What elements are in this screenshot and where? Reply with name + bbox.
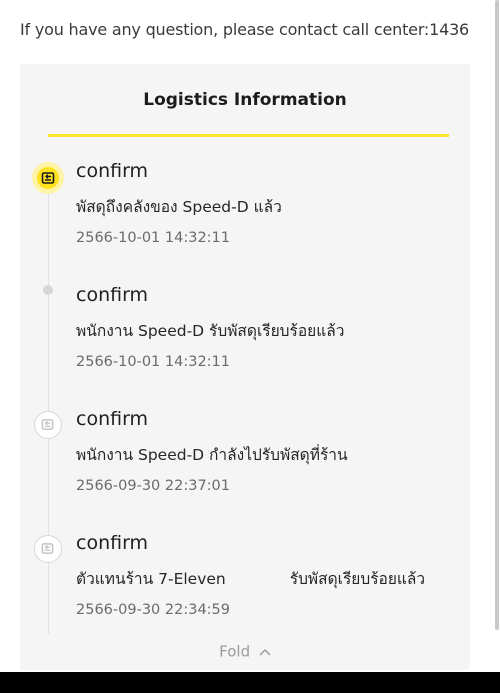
event-description-part: รับพัสดุเรียบร้อยแล้ว: [289, 570, 426, 588]
event-description-part: ตัวแทนร้าน 7-Eleven: [76, 570, 226, 588]
call-center-notice: If you have any question, please contact…: [20, 20, 470, 39]
event-status: confirm: [76, 532, 149, 554]
active-status-marker: [32, 162, 64, 194]
timeline-dot: [43, 285, 53, 295]
scrollbar[interactable]: [495, 0, 499, 630]
bottom-bar: [0, 672, 500, 693]
event-status: confirm: [76, 160, 149, 182]
package-return-icon: [41, 543, 54, 554]
event-description: ตัวแทนร้าน 7-Eleven รับพัสดุเรียบร้อยแล้ว: [76, 566, 425, 591]
chevron-up-icon: [259, 648, 271, 655]
package-return-icon: [41, 419, 54, 430]
event-description: พนักงาน Speed-D รับพัสดุเรียบร้อยแล้ว: [76, 322, 345, 340]
status-marker: [34, 411, 62, 439]
fold-label: Fold: [219, 642, 251, 661]
logistics-page: If you have any question, please contact…: [0, 0, 500, 693]
event-status: confirm: [76, 284, 149, 306]
package-return-icon: [41, 172, 55, 184]
timeline-line: [48, 179, 49, 634]
event-timestamp: 2566-10-01 14:32:11: [76, 354, 230, 370]
logistics-title: Logistics Information: [143, 90, 347, 110]
event-timestamp: 2566-10-01 14:32:11: [76, 230, 230, 246]
logistics-card: Logistics Information confirm พัสดุถึงคล…: [20, 64, 470, 670]
event-timestamp: 2566-09-30 22:37:01: [76, 478, 230, 494]
event-status: confirm: [76, 408, 149, 430]
title-underline: [48, 134, 449, 137]
status-marker: [34, 535, 62, 563]
fold-button[interactable]: Fold: [20, 642, 470, 661]
event-description: พัสดุถึงคลังของ Speed-D แล้ว: [76, 198, 282, 216]
event-timestamp: 2566-09-30 22:34:59: [76, 602, 230, 618]
event-description: พนักงาน Speed-D กำลังไปรับพัสดุที่ร้าน: [76, 446, 348, 464]
